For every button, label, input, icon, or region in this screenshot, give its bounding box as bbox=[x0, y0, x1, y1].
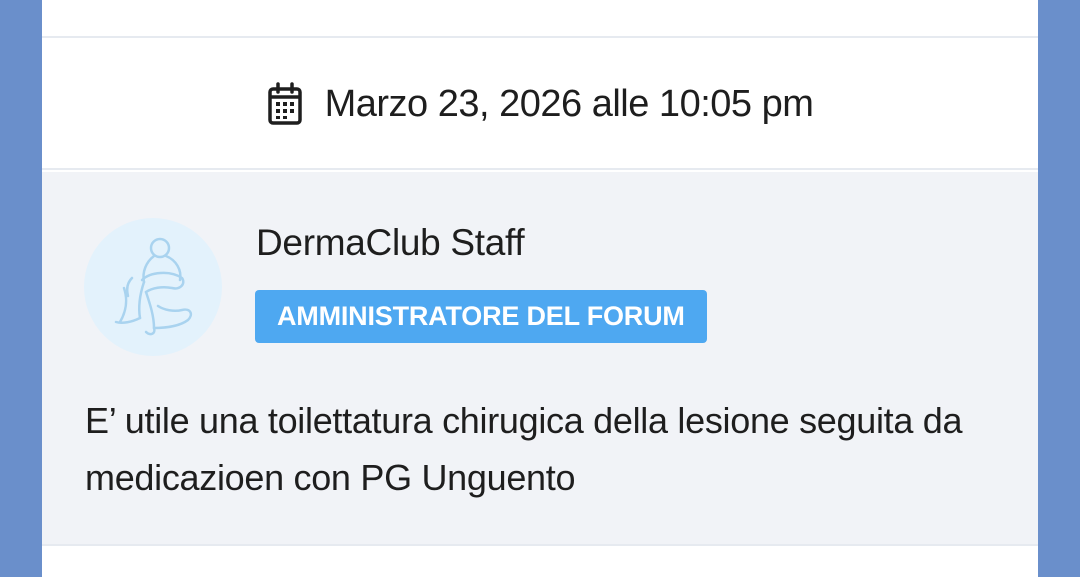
calendar-icon bbox=[267, 82, 303, 126]
author-role-badge: AMMINISTRATORE DEL FORUM bbox=[255, 290, 707, 343]
next-section bbox=[42, 548, 1038, 577]
seated-figure-avatar-icon bbox=[114, 237, 193, 336]
forum-post-card: Marzo 23, 2026 alle 10:05 pm DermaClub S… bbox=[42, 0, 1038, 577]
previous-section bbox=[42, 0, 1038, 38]
author-avatar[interactable] bbox=[84, 218, 222, 356]
post-content: DermaClub Staff AMMINISTRATORE DEL FORUM… bbox=[42, 172, 1038, 546]
author-name[interactable]: DermaClub Staff bbox=[256, 222, 525, 264]
post-body-text: E’ utile una toilettatura chirugica dell… bbox=[85, 400, 963, 498]
post-date-row: Marzo 23, 2026 alle 10:05 pm bbox=[42, 40, 1038, 170]
post-date: Marzo 23, 2026 alle 10:05 pm bbox=[324, 82, 814, 125]
